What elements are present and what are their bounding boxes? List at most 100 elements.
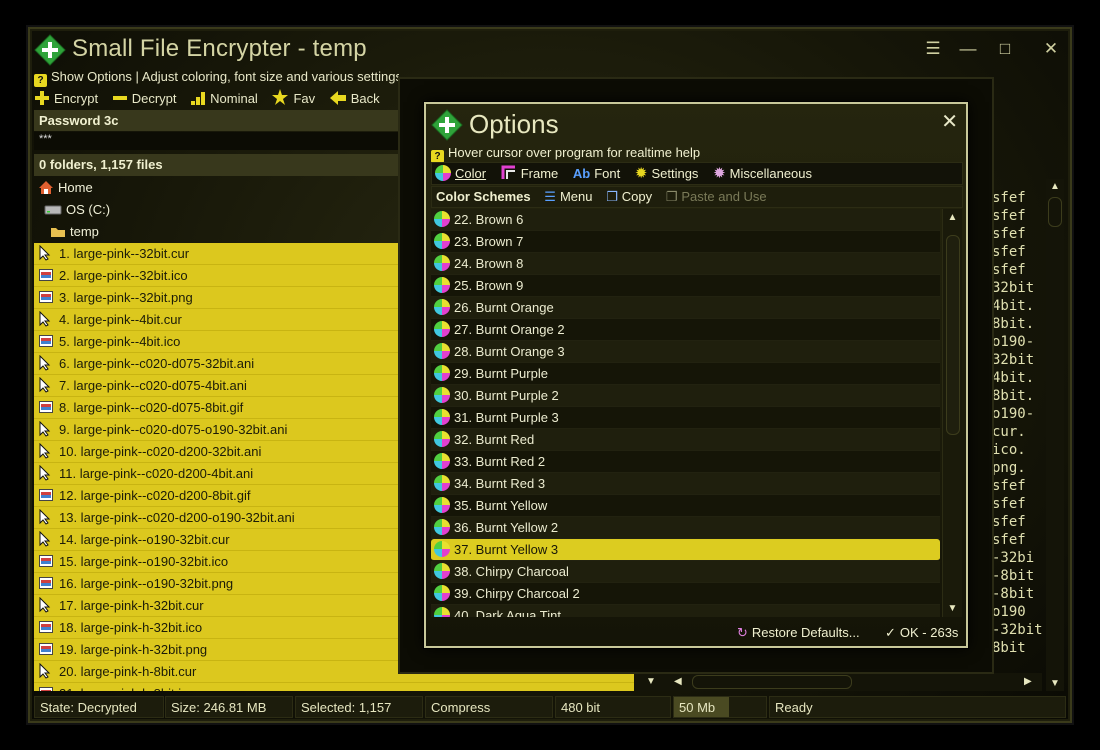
status-bits[interactable]: 480 bit (555, 696, 671, 718)
options-hint-text: Hover cursor over program for realtime h… (448, 145, 701, 160)
background-fragment: sfef (992, 478, 1026, 494)
restore-defaults-button[interactable]: ↻ Restore Defaults... (737, 621, 860, 644)
scheme-item[interactable]: 23. Brown 7 (431, 231, 940, 253)
image-file-icon (39, 643, 53, 655)
scheme-label: 31. Burnt Purple 3 (454, 410, 559, 425)
scheme-list-scrollbar[interactable]: ▲ ▼ (942, 209, 962, 617)
list-icon: ☰ (544, 189, 556, 204)
scheme-item[interactable]: 27. Burnt Orange 2 (431, 319, 940, 341)
scheme-item[interactable]: 26. Burnt Orange (431, 297, 940, 319)
scheme-item[interactable]: 34. Burnt Red 3 (431, 473, 940, 495)
file-row[interactable]: 21. large-pink-h-8bit.ico (34, 683, 634, 691)
copy-button[interactable]: ❐ Copy (602, 187, 658, 207)
scheme-item[interactable]: 38. Chirpy Charcoal (431, 561, 940, 583)
copy-icon: ❐ (606, 189, 618, 204)
color-wheel-icon (434, 497, 450, 513)
scheme-item[interactable]: 32. Burnt Red (431, 429, 940, 451)
close-button[interactable]: ✕ (1038, 37, 1064, 61)
fav-button[interactable]: Fav (271, 88, 325, 110)
tab-settings[interactable]: ✹ Settings (632, 163, 707, 184)
minus-icon (112, 96, 127, 100)
background-fragment: 32bit (992, 352, 1035, 368)
paste-label: Paste and Use (681, 189, 767, 204)
compress-button[interactable]: Compress (425, 696, 553, 718)
scroll-thumb[interactable] (1048, 197, 1062, 227)
toolbar: Encrypt Decrypt Nominal Fav Back (34, 88, 404, 110)
file-name: 14. large-pink--o190-32bit.cur (59, 532, 230, 547)
scheme-label: 22. Brown 6 (454, 212, 524, 227)
file-name: 3. large-pink--32bit.png (59, 290, 193, 305)
cursor-arrow-icon (39, 531, 51, 547)
image-file-icon (39, 489, 53, 501)
scheme-label: 25. Brown 9 (454, 278, 524, 293)
back-button[interactable]: Back (329, 88, 390, 110)
scroll-down-icon[interactable]: ▼ (943, 603, 962, 614)
title-bar[interactable]: Small File Encrypter - temp ☰ — □ ✕ (30, 29, 1070, 73)
tree-label-drive: OS (C:) (66, 202, 111, 217)
scroll-right-icon[interactable]: ▶ (1024, 674, 1038, 690)
scheme-scroll-thumb[interactable] (946, 235, 960, 435)
show-options-hint[interactable]: ? Show Options | Adjust coloring, font si… (34, 69, 399, 89)
scheme-item[interactable]: 36. Burnt Yellow 2 (431, 517, 940, 539)
plus-icon (35, 91, 49, 105)
scheme-item[interactable]: 39. Chirpy Charcoal 2 (431, 583, 940, 605)
decrypt-button[interactable]: Decrypt (112, 88, 187, 110)
encrypt-button[interactable]: Encrypt (34, 88, 108, 110)
scheme-item[interactable]: 24. Brown 8 (431, 253, 940, 275)
tree-item-home[interactable]: Home (34, 177, 399, 199)
scheme-item[interactable]: 35. Burnt Yellow (431, 495, 940, 517)
background-fragment: -32bi (992, 550, 1035, 566)
menu-button[interactable]: ☰ Menu (540, 187, 598, 207)
scroll-up-icon[interactable]: ▲ (1046, 181, 1064, 192)
menu-icon[interactable]: ☰ (920, 37, 946, 61)
tab-color-label: Color (455, 166, 487, 181)
tree-item-temp[interactable]: temp (34, 221, 399, 243)
image-file-icon (39, 291, 53, 303)
tree-item-drive[interactable]: OS (C:) (34, 199, 399, 221)
scheme-item-selected[interactable]: 37. Burnt Yellow 3 (431, 539, 940, 561)
file-name: 16. large-pink--o190-32bit.png (59, 576, 234, 591)
tab-miscellaneous[interactable]: ✹ Miscellaneous (710, 163, 820, 184)
color-wheel-icon (434, 277, 450, 293)
horizontal-scrollbar[interactable]: ▼ ◀ ▶ (638, 673, 1042, 691)
status-mb[interactable]: 50 Mb (673, 696, 767, 718)
minimize-button[interactable]: — (955, 37, 981, 61)
color-wheel-icon (435, 165, 451, 181)
scroll-down-icon[interactable]: ▼ (1046, 678, 1064, 689)
scroll-left-icon[interactable]: ◀ (674, 674, 688, 690)
options-close-icon[interactable]: ✕ (941, 109, 958, 134)
home-icon (39, 181, 53, 194)
scheme-item[interactable]: 31. Burnt Purple 3 (431, 407, 940, 429)
scheme-item[interactable]: 29. Burnt Purple (431, 363, 940, 385)
cursor-arrow-icon (39, 663, 51, 679)
tab-color[interactable]: Color (432, 163, 494, 184)
scheme-item[interactable]: 33. Burnt Red 2 (431, 451, 940, 473)
scheme-item[interactable]: 22. Brown 6 (431, 209, 940, 231)
hscroll-thumb[interactable] (692, 675, 852, 689)
scroll-down-icon[interactable]: ▼ (646, 674, 660, 690)
maximize-button[interactable]: □ (992, 37, 1018, 61)
nominal-button[interactable]: Nominal (190, 88, 268, 110)
scheme-label: 37. Burnt Yellow 3 (454, 542, 559, 557)
scheme-item[interactable]: 25. Brown 9 (431, 275, 940, 297)
main-vertical-scrollbar[interactable]: ▲ ▼ (1046, 179, 1064, 691)
paste-and-use-button[interactable]: ❐ Paste and Use (662, 187, 773, 207)
color-scheme-list[interactable]: 22. Brown 6 23. Brown 7 24. Brown 8 25. Bro… (431, 209, 940, 617)
scheme-item[interactable]: 40. Dark Aqua Tint (431, 605, 940, 617)
status-selected: Selected: 1,157 (295, 696, 423, 718)
scheme-label: 32. Burnt Red (454, 432, 535, 447)
scheme-label: 35. Burnt Yellow (454, 498, 548, 513)
scheme-label: 24. Brown 8 (454, 256, 524, 271)
color-wheel-icon (434, 541, 450, 557)
ok-button[interactable]: ✓ OK - 263s (885, 621, 958, 644)
scheme-item[interactable]: 28. Burnt Orange 3 (431, 341, 940, 363)
scroll-up-icon[interactable]: ▲ (943, 212, 962, 223)
image-file-icon (39, 401, 53, 413)
tab-font[interactable]: Ab Font (570, 163, 628, 184)
file-name: 1. large-pink--32bit.cur (59, 246, 190, 261)
scheme-item[interactable]: 30. Burnt Purple 2 (431, 385, 940, 407)
color-wheel-icon (434, 607, 450, 617)
password-field[interactable]: *** (34, 132, 399, 150)
tab-frame[interactable]: Frame (498, 163, 567, 184)
background-fragment: 32bit (992, 280, 1035, 296)
